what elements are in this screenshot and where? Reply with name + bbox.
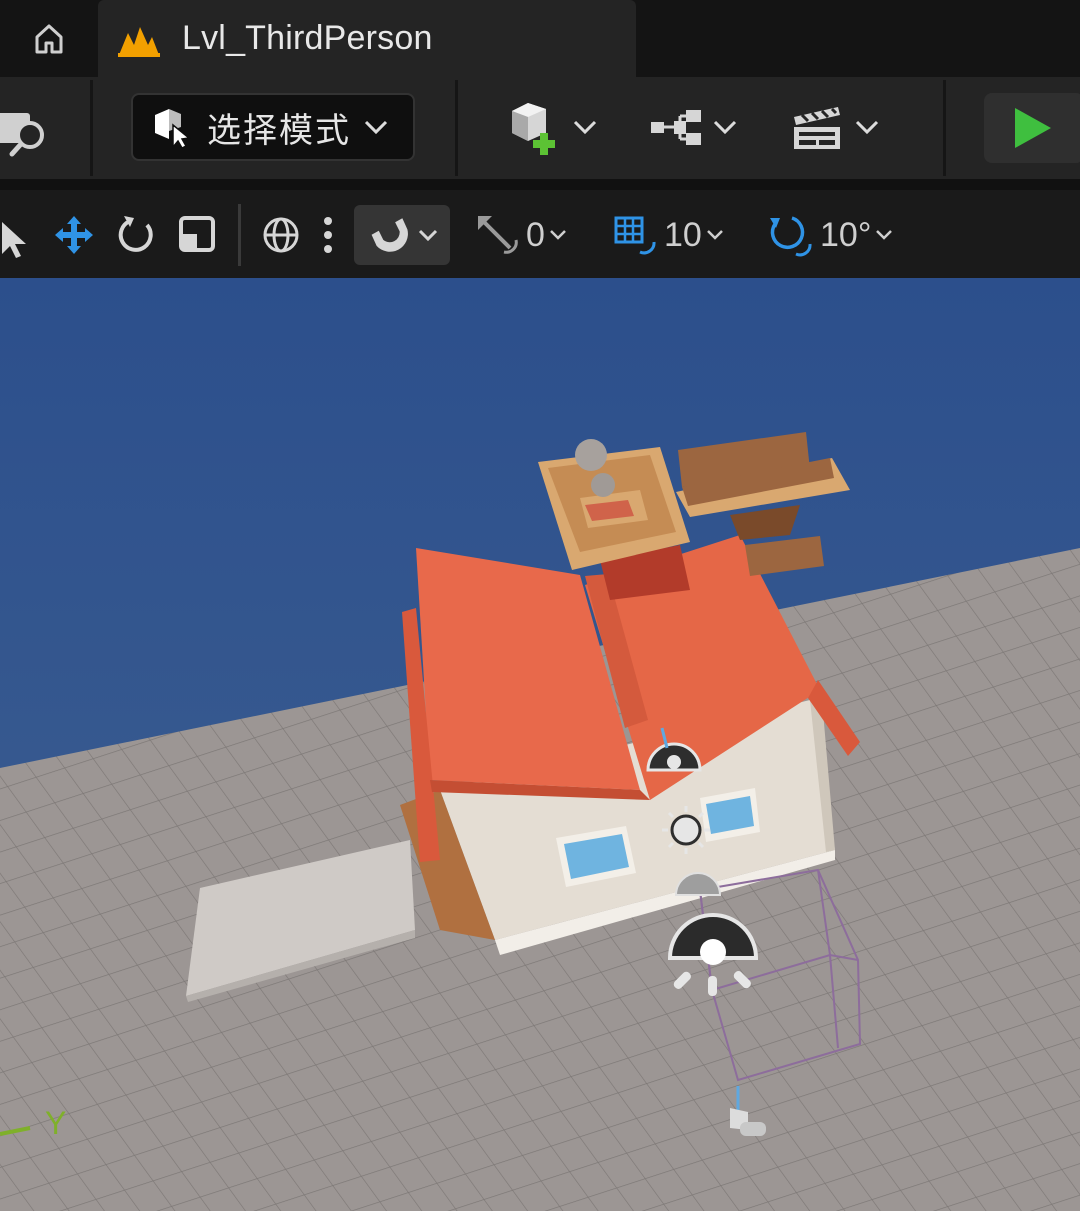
viewport-scene: Y (0, 278, 1080, 1211)
chevron-down-icon (573, 120, 597, 135)
select-mode-label: 选择模式 (207, 111, 351, 150)
blueprint-button[interactable] (648, 96, 738, 158)
grid-snap-button[interactable]: 10 (612, 204, 724, 266)
scale-icon[interactable] (176, 204, 218, 266)
rotate-icon[interactable] (114, 204, 158, 266)
level-tab-title: Lvl_ThirdPerson (182, 19, 433, 57)
rotation-snap-button[interactable]: 10° (766, 204, 893, 266)
scale-snap-icon (478, 216, 518, 254)
grid-snap-icon (614, 216, 656, 255)
play-icon (1015, 108, 1051, 148)
translate-icon[interactable] (52, 204, 96, 266)
play-button[interactable] (984, 93, 1080, 163)
scale-snap-button[interactable]: 0 (474, 204, 567, 266)
point-light-icon[interactable] (667, 913, 759, 996)
tab-level[interactable]: Lvl_ThirdPerson (98, 0, 636, 77)
tab-bar: Lvl_ThirdPerson (0, 0, 1080, 77)
blueprint-icon (651, 110, 701, 145)
rotation-snap-value: 10° (820, 215, 872, 254)
rotation-snap-icon (770, 216, 812, 257)
viewport-toolbar-divider (238, 204, 241, 266)
home-tab[interactable] (0, 0, 98, 77)
axis-y-label: Y (45, 1105, 66, 1141)
cinematics-icon (794, 107, 840, 149)
world-space-icon[interactable] (260, 204, 302, 266)
chevron-down-icon (550, 230, 566, 240)
chevron-down-icon (855, 120, 879, 135)
add-actor-icon (512, 103, 555, 155)
add-actor-button[interactable] (506, 96, 598, 158)
select-icon[interactable] (0, 204, 32, 266)
cinematics-button[interactable] (790, 96, 880, 158)
level-viewport[interactable]: Y (0, 278, 1080, 1211)
chevron-down-icon (876, 230, 893, 240)
content-browser-icon[interactable] (0, 101, 54, 157)
home-icon (35, 24, 63, 53)
level-icon (118, 26, 160, 57)
chevron-down-icon (364, 120, 388, 135)
surface-snap-icon[interactable] (366, 204, 446, 266)
toolbar-divider (943, 80, 946, 176)
toolbar-divider (90, 80, 93, 176)
toolbar-divider (455, 80, 458, 176)
select-mode-icon (155, 109, 191, 149)
chevron-down-icon (713, 120, 737, 135)
chevron-down-icon (706, 230, 723, 240)
scale-snap-value: 0 (526, 215, 545, 254)
grid-snap-value: 10 (664, 215, 702, 254)
select-mode-dropdown[interactable]: 选择模式 (131, 93, 415, 161)
more-options-icon[interactable] (318, 204, 338, 266)
